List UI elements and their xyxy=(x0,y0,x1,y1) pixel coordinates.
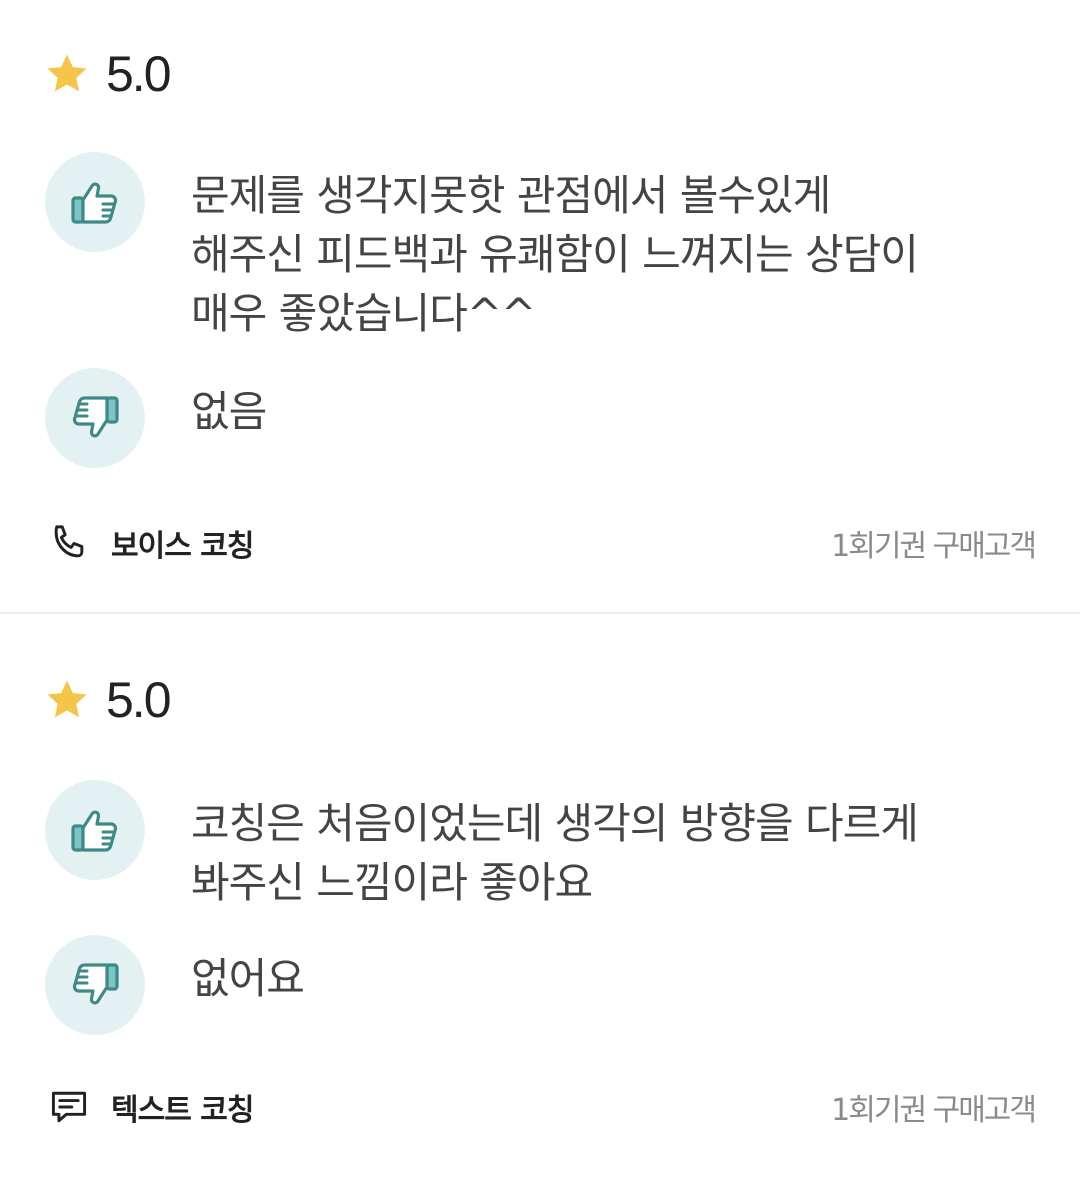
buyer-label: 1회기권 구매고객 xyxy=(831,529,1037,564)
coaching-type: 보이스 코칭 xyxy=(47,521,254,565)
thumbs-down-icon xyxy=(45,368,145,468)
review-meta: 텍스트 코칭 1회기권 구매고객 xyxy=(47,1082,1037,1132)
buyer-label: 1회기권 구매고객 xyxy=(831,1093,1037,1128)
bad-feedback-text: 없어요 xyxy=(191,954,305,1003)
review-card: 5.0 문제를 생각지못핫 관점에서 볼수있게 해주신 피드백과 유쾌함이 느껴… xyxy=(0,0,1080,612)
bad-feedback-text: 없음 xyxy=(191,387,267,436)
rating: 5.0 xyxy=(44,668,172,732)
good-feedback-text: 문제를 생각지못핫 관점에서 볼수있게 해주신 피드백과 유쾌함이 느껴지는 상… xyxy=(191,171,919,338)
review-card: 5.0 코칭은 처음이었는데 생각의 방향을 다르게 봐주신 느낌이라 좋아요 … xyxy=(0,614,1080,1178)
chat-icon xyxy=(51,1091,87,1123)
rating: 5.0 xyxy=(44,42,172,106)
rating-value: 5.0 xyxy=(106,46,172,102)
good-feedback-text: 코칭은 처음이었는데 생각의 방향을 다르게 봐주신 느낌이라 좋아요 xyxy=(191,799,919,907)
coaching-type-label: 보이스 코칭 xyxy=(111,529,254,564)
coaching-type: 텍스트 코칭 xyxy=(47,1085,254,1129)
coaching-type-label: 텍스트 코칭 xyxy=(111,1093,254,1128)
rating-value: 5.0 xyxy=(106,672,172,728)
thumbs-up-icon xyxy=(45,780,145,880)
star-icon xyxy=(47,54,87,92)
thumbs-up-icon xyxy=(45,152,145,252)
review-meta: 보이스 코칭 1회기권 구매고객 xyxy=(47,518,1037,568)
phone-icon xyxy=(54,525,84,558)
thumbs-down-icon xyxy=(45,935,145,1035)
star-icon xyxy=(47,680,87,718)
